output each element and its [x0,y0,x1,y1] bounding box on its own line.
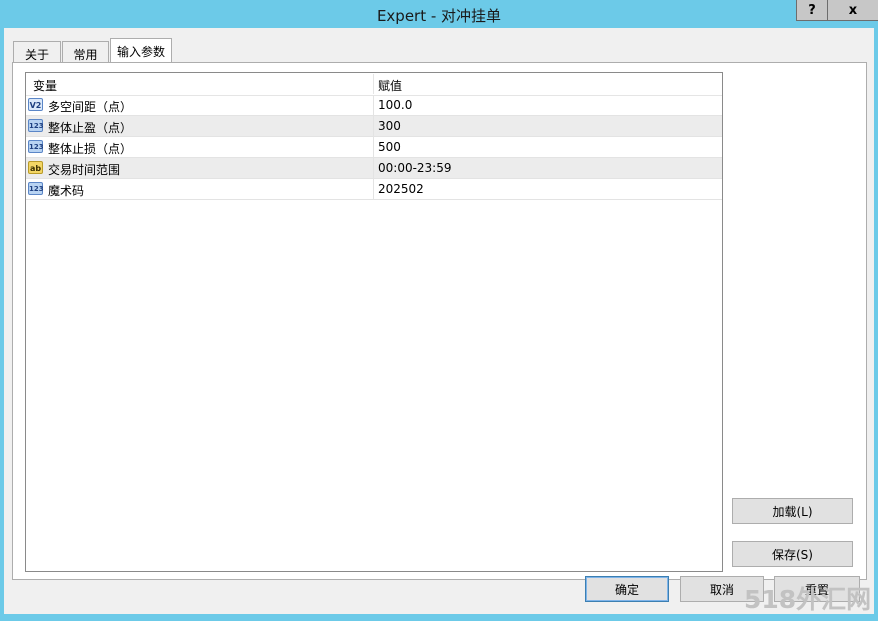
variable-name: 整体止损（点） [48,142,133,156]
variable-name: 交易时间范围 [48,163,121,177]
variable-column-header[interactable]: 变量 [33,77,57,94]
grid-header: 变量 赋值 [26,73,722,96]
variable-value[interactable]: 500 [378,140,401,154]
cell-divider [373,179,374,199]
table-row[interactable]: ab 交易时间范围 00:00-23:59 [26,158,722,179]
watermark: 518外汇网 [744,585,872,614]
variable-name: 魔术码 [48,184,85,198]
string-type-icon: ab [28,161,43,174]
table-row[interactable]: 123 整体止损（点） 500 [26,137,722,158]
close-button[interactable]: x [827,0,878,21]
variable-name: 多空间距（点） [48,100,133,114]
cell-divider [373,137,374,157]
column-divider[interactable] [373,74,374,94]
title-bar: Expert - 对冲挂单 ? x [0,0,878,28]
double-type-icon: V2 [28,98,43,111]
window-title: Expert - 对冲挂单 [376,7,502,25]
cell-divider [373,95,374,115]
cell-divider [373,116,374,136]
variable-name: 整体止盈（点） [48,121,133,135]
ok-button[interactable]: 确定 [585,576,669,602]
cell-divider [373,158,374,178]
help-button[interactable]: ? [796,0,828,21]
value-column-header[interactable]: 赋值 [378,77,402,94]
table-row[interactable]: V2 多空间距（点） 100.0 [26,95,722,116]
save-button[interactable]: 保存(S) [732,541,853,567]
integer-type-icon: 123 [28,119,44,132]
parameters-grid[interactable]: 变量 赋值 V2 多空间距（点） 100.0 123 整体止盈（点） 300 1… [25,72,723,572]
dialog-client-area: 关于 常用 输入参数 变量 赋值 V2 多空间距（点） 100.0 123 整体… [4,28,874,614]
variable-value[interactable]: 00:00-23:59 [378,161,452,175]
table-row[interactable]: 123 整体止盈（点） 300 [26,116,722,137]
variable-value[interactable]: 202502 [378,182,424,196]
variable-value[interactable]: 100.0 [378,98,412,112]
integer-type-icon: 123 [28,140,44,153]
tab-inputs[interactable]: 输入参数 [110,38,172,62]
tab-about[interactable]: 关于 [13,41,61,62]
variable-value[interactable]: 300 [378,119,401,133]
table-row[interactable]: 123 魔术码 202502 [26,179,722,200]
tab-common[interactable]: 常用 [62,41,109,62]
load-button[interactable]: 加载(L) [732,498,853,524]
integer-type-icon: 123 [28,182,44,195]
